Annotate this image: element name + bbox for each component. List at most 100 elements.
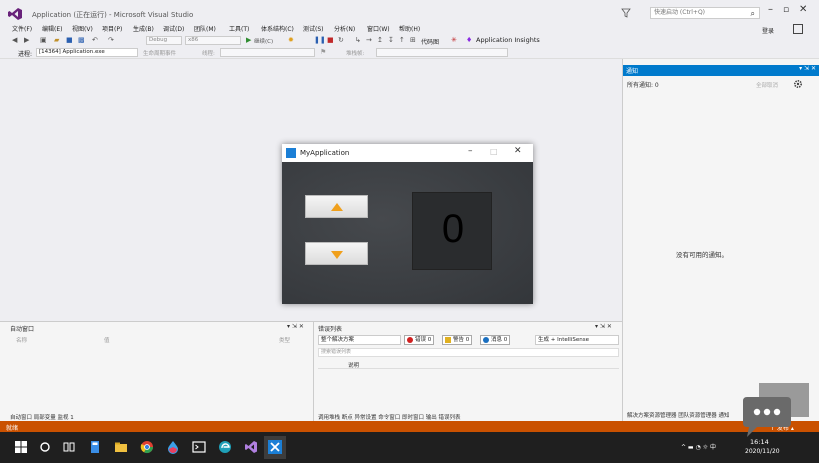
panel-controls[interactable]: ▾ ⇲ ✕ — [799, 65, 816, 72]
stack-frame-select[interactable] — [376, 48, 508, 57]
continue-button-label[interactable]: 继续(C) — [254, 37, 273, 45]
autos-tabs[interactable]: 自动窗口 局部变量 监视 1 — [10, 413, 74, 421]
chrome-icon[interactable] — [140, 440, 154, 454]
system-tray-icons[interactable]: ^ ▬ ◔ ☼ 中 — [681, 442, 716, 451]
sign-in-link[interactable]: 登录 — [762, 26, 774, 35]
process-select[interactable]: [14364] Application.exe — [36, 48, 138, 57]
scope-select[interactable]: 整个解决方案 — [318, 335, 401, 345]
flame-icon[interactable]: ✹ — [288, 36, 294, 44]
menu-edit[interactable]: 编辑(E) — [42, 24, 62, 33]
autos-panel-controls[interactable]: ▾ ⇲ ✕ — [287, 323, 304, 330]
menu-analyze[interactable]: 分析(N) — [334, 24, 355, 33]
error-list-panel: 错误列表 ▾ ⇲ ✕ 整个解决方案 错误 0 警告 0 消息 0 生成 + In… — [313, 321, 622, 421]
build-intellisense-select[interactable]: 生成 + IntelliSense — [535, 335, 619, 345]
counter-display: 0 — [412, 192, 492, 270]
forward-icon[interactable]: ▶ — [24, 36, 29, 44]
save-icon[interactable]: ■ — [66, 36, 73, 44]
show-next-statement-icon[interactable]: ↳ — [355, 36, 361, 44]
file-explorer-icon[interactable] — [114, 440, 128, 454]
search-icon[interactable] — [38, 440, 52, 454]
messages-filter-button[interactable]: 消息 0 — [480, 335, 511, 345]
clock-date[interactable]: 2020/11/20 — [745, 448, 780, 455]
chat-bubble-icon[interactable] — [737, 383, 809, 441]
column-header-name[interactable]: 名称 — [16, 336, 27, 344]
calculator-icon[interactable] — [88, 440, 102, 454]
column-header-description[interactable]: 说明 — [348, 361, 359, 369]
error-icon — [407, 336, 413, 343]
step-over-icon[interactable]: ↥ — [377, 36, 383, 44]
myapplication-close-button[interactable]: ✕ — [514, 146, 522, 156]
account-icon[interactable] — [793, 24, 803, 34]
redo-icon[interactable]: ↷ — [108, 36, 114, 44]
restart-icon[interactable]: ↻ — [338, 36, 344, 44]
menu-window[interactable]: 窗口(W) — [367, 24, 390, 33]
paint-icon[interactable] — [166, 440, 180, 454]
errors-filter-button[interactable]: 错误 0 — [404, 335, 435, 345]
visual-studio-taskbar-icon[interactable] — [244, 440, 258, 454]
step-into-icon[interactable]: → — [366, 36, 372, 44]
menu-bar: 文件(F) 编辑(E) 视图(V) 项目(P) 生成(B) 调试(D) 团队(M… — [0, 24, 819, 35]
myapplication-maximize-button[interactable]: □ — [490, 147, 498, 156]
close-button[interactable]: ✕ — [799, 4, 807, 15]
error-list-search-input[interactable]: 搜索错误列表 — [318, 348, 619, 357]
notifications-header: 通知 ▾ ⇲ ✕ — [623, 65, 819, 76]
open-folder-icon[interactable]: ▰ — [54, 36, 59, 44]
menu-file[interactable]: 文件(F) — [12, 24, 32, 33]
increment-button[interactable] — [305, 195, 368, 218]
undo-icon[interactable]: ↶ — [92, 36, 98, 44]
app-insights-button[interactable]: Application Insights — [476, 36, 540, 44]
menu-test[interactable]: 测试(S) — [303, 24, 324, 33]
error-list-panel-controls[interactable]: ▾ ⇲ ✕ — [595, 323, 612, 330]
thread-select[interactable] — [220, 48, 315, 57]
gear-icon[interactable] — [793, 79, 803, 89]
new-project-icon[interactable]: ▣ — [40, 36, 47, 44]
lifecycle-events-select[interactable]: 生命周期事件 — [143, 49, 176, 57]
decrement-button[interactable] — [305, 242, 368, 265]
menu-team[interactable]: 团队(M) — [194, 24, 216, 33]
code-map-label[interactable]: 代码图 — [421, 37, 439, 46]
edge-icon[interactable] — [218, 440, 232, 454]
myapplication-minimize-button[interactable]: – — [468, 146, 473, 156]
solution-explorer-tabs[interactable]: 解决方案资源管理器 团队资源管理器 通知 — [627, 411, 730, 419]
step-up-icon[interactable]: ↑ — [399, 36, 405, 44]
menu-tools[interactable]: 工具(T) — [229, 24, 249, 33]
column-header-value[interactable]: 值 — [104, 336, 110, 344]
myapplication-title: MyApplication — [300, 149, 350, 157]
windows-start-icon[interactable] — [14, 440, 28, 454]
myapplication-taskbar-tile[interactable] — [264, 436, 286, 459]
quick-launch[interactable]: ⌕ — [650, 7, 760, 19]
warnings-filter-button[interactable]: 警告 0 — [442, 335, 473, 345]
continue-icon[interactable]: ▶ — [246, 36, 251, 44]
clear-all-link[interactable]: 全部取消 — [756, 81, 778, 89]
menu-architecture[interactable]: 体系结构(C) — [261, 24, 294, 33]
lightbulb-icon[interactable]: ✳ — [451, 36, 457, 44]
quick-launch-input[interactable] — [651, 8, 741, 17]
terminal-icon[interactable] — [192, 440, 206, 454]
menu-project[interactable]: 项目(P) — [102, 24, 122, 33]
app-insights-icon[interactable]: ♦ — [466, 36, 472, 44]
code-map-icon[interactable]: ⊞ — [410, 36, 416, 44]
menu-view[interactable]: 视图(V) — [72, 24, 93, 33]
task-view-icon[interactable] — [62, 440, 76, 454]
filter-icon[interactable] — [621, 8, 631, 18]
title-bar: Application (正在运行) - Microsoft Visual St… — [0, 0, 819, 24]
search-icon[interactable]: ⌕ — [751, 9, 755, 19]
warnings-filter-label: 警告 0 — [453, 337, 470, 343]
maximize-button[interactable]: ▫ — [783, 5, 789, 15]
menu-build[interactable]: 生成(B) — [133, 24, 154, 33]
menu-help[interactable]: 帮助(H) — [399, 24, 420, 33]
step-out-icon[interactable]: ↧ — [388, 36, 394, 44]
stop-icon[interactable]: ■ — [327, 36, 334, 44]
save-all-icon[interactable]: ▩ — [78, 36, 85, 44]
autos-panel: 自动窗口 ▾ ⇲ ✕ 名称 值 类型 自动窗口 局部变量 监视 1 — [0, 321, 313, 421]
back-icon[interactable]: ◀ — [12, 36, 17, 44]
menu-debug[interactable]: 调试(D) — [163, 24, 184, 33]
app-icon — [286, 148, 296, 158]
solution-config-select[interactable]: Debug — [146, 36, 182, 45]
solution-platform-select[interactable]: x86 — [185, 36, 241, 45]
minimize-button[interactable]: – — [768, 4, 773, 15]
bottom-tool-tabs[interactable]: 调用堆栈 断点 异常设置 命令窗口 即时窗口 输出 错误列表 — [318, 413, 461, 421]
column-header-type[interactable]: 类型 — [279, 336, 290, 344]
flag-icon[interactable]: ⚑ — [320, 48, 326, 56]
break-all-icon[interactable]: ❚❚ — [314, 36, 326, 44]
